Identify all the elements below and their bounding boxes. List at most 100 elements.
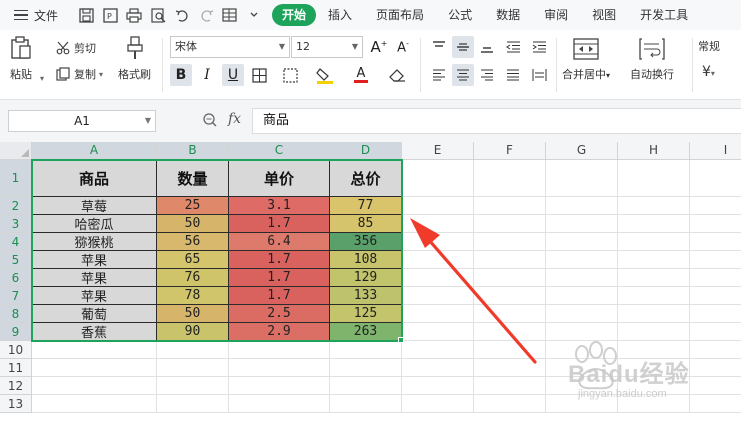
cell-h8[interactable] — [618, 305, 690, 323]
cell-g2[interactable] — [546, 197, 618, 215]
font-name-select[interactable]: 宋体 ▼ — [170, 36, 290, 58]
row-header-2[interactable]: 2 — [0, 197, 32, 215]
cell-h2[interactable] — [618, 197, 690, 215]
column-header-g[interactable]: G — [546, 142, 618, 160]
cell-h6[interactable] — [618, 269, 690, 287]
align-middle-button[interactable] — [452, 36, 474, 58]
export-icon[interactable]: P — [102, 7, 118, 23]
cell-g1[interactable] — [546, 160, 618, 197]
cell-h1[interactable] — [618, 160, 690, 197]
cell-e12[interactable] — [402, 377, 474, 395]
row-header-12[interactable]: 12 — [0, 377, 32, 395]
print-preview-icon[interactable] — [150, 7, 166, 23]
cell-b12[interactable] — [157, 377, 229, 395]
redo-icon[interactable] — [198, 7, 214, 23]
cell-h4[interactable] — [618, 233, 690, 251]
cell-h7[interactable] — [618, 287, 690, 305]
print-icon[interactable] — [126, 7, 142, 23]
row-header-3[interactable]: 3 — [0, 215, 32, 233]
row-header-4[interactable]: 4 — [0, 233, 32, 251]
row-header-5[interactable]: 5 — [0, 251, 32, 269]
cell-f12[interactable] — [474, 377, 546, 395]
cell-i9[interactable] — [690, 323, 741, 341]
row-header-11[interactable]: 11 — [0, 359, 32, 377]
justify-button[interactable] — [502, 64, 524, 86]
wrap-text-button[interactable]: 自动换行 — [630, 38, 674, 82]
row-header-7[interactable]: 7 — [0, 287, 32, 305]
file-menu[interactable]: 文件 — [34, 7, 58, 24]
borders-button[interactable] — [248, 64, 270, 86]
row-header-13[interactable]: 13 — [0, 395, 32, 413]
bold-button[interactable]: B — [170, 64, 192, 86]
select-all-corner[interactable] — [0, 142, 32, 160]
formula-input[interactable]: 商品 — [252, 108, 741, 134]
cell-b13[interactable] — [157, 395, 229, 413]
column-header-i[interactable]: I — [690, 142, 741, 160]
cell-g8[interactable] — [546, 305, 618, 323]
menu-icon[interactable] — [14, 9, 28, 21]
cell-b10[interactable] — [157, 341, 229, 359]
tab-1[interactable]: 插入 — [316, 4, 364, 26]
cell-i8[interactable] — [690, 305, 741, 323]
align-left-button[interactable] — [428, 64, 450, 86]
chevron-down-icon[interactable]: ▾ — [40, 74, 44, 83]
row-header-1[interactable]: 1 — [0, 160, 32, 197]
cell-b11[interactable] — [157, 359, 229, 377]
cell-g7[interactable] — [546, 287, 618, 305]
tab-7[interactable]: 开发工具 — [628, 4, 700, 26]
italic-button[interactable]: I — [196, 64, 218, 86]
row-header-9[interactable]: 9 — [0, 323, 32, 341]
currency-button[interactable]: ¥▾ — [702, 64, 715, 80]
cell-g9[interactable] — [546, 323, 618, 341]
cell-d12[interactable] — [330, 377, 402, 395]
name-box[interactable]: A1 ▼ — [8, 110, 156, 132]
align-top-button[interactable] — [428, 36, 450, 58]
cell-e1[interactable] — [402, 160, 474, 197]
format-painter-button[interactable]: 格式刷 — [118, 36, 151, 82]
cell-g3[interactable] — [546, 215, 618, 233]
row-header-10[interactable]: 10 — [0, 341, 32, 359]
cell-a12[interactable] — [32, 377, 157, 395]
column-header-c[interactable]: C — [229, 142, 330, 160]
column-header-d[interactable]: D — [330, 142, 402, 160]
cell-c11[interactable] — [229, 359, 330, 377]
cell-g5[interactable] — [546, 251, 618, 269]
cell-i2[interactable] — [690, 197, 741, 215]
cell-d11[interactable] — [330, 359, 402, 377]
increase-indent-button[interactable] — [528, 36, 550, 58]
cell-i7[interactable] — [690, 287, 741, 305]
align-center-button[interactable] — [452, 64, 474, 86]
column-header-a[interactable]: A — [32, 142, 157, 160]
row-header-8[interactable]: 8 — [0, 305, 32, 323]
tab-4[interactable]: 数据 — [484, 4, 532, 26]
cell-i1[interactable] — [690, 160, 741, 197]
cell-g6[interactable] — [546, 269, 618, 287]
tab-0[interactable]: 开始 — [272, 4, 317, 26]
cell-c13[interactable] — [229, 395, 330, 413]
font-size-select[interactable]: 12 ▼ — [291, 36, 363, 58]
decrease-indent-button[interactable] — [502, 36, 524, 58]
font-color-button[interactable]: A — [350, 64, 372, 86]
tab-5[interactable]: 审阅 — [532, 4, 580, 26]
fill-pattern-button[interactable] — [280, 64, 302, 86]
cell-d10[interactable] — [330, 341, 402, 359]
chevron-down-icon[interactable] — [246, 7, 262, 23]
column-header-e[interactable]: E — [402, 142, 474, 160]
cell-h5[interactable] — [618, 251, 690, 269]
cell-h3[interactable] — [618, 215, 690, 233]
cell-c12[interactable] — [229, 377, 330, 395]
zoom-icon[interactable] — [202, 112, 218, 131]
tab-2[interactable]: 页面布局 — [364, 4, 436, 26]
align-right-button[interactable] — [476, 64, 498, 86]
column-header-h[interactable]: H — [618, 142, 690, 160]
cell-e13[interactable] — [402, 395, 474, 413]
cell-g4[interactable] — [546, 233, 618, 251]
cell-i3[interactable] — [690, 215, 741, 233]
paste-button[interactable]: 粘贴 — [10, 36, 32, 82]
fill-color-button[interactable] — [314, 64, 336, 86]
cell-a13[interactable] — [32, 395, 157, 413]
table-style-icon[interactable] — [222, 7, 238, 23]
clear-format-button[interactable] — [386, 64, 408, 86]
cell-i6[interactable] — [690, 269, 741, 287]
tab-6[interactable]: 视图 — [580, 4, 628, 26]
